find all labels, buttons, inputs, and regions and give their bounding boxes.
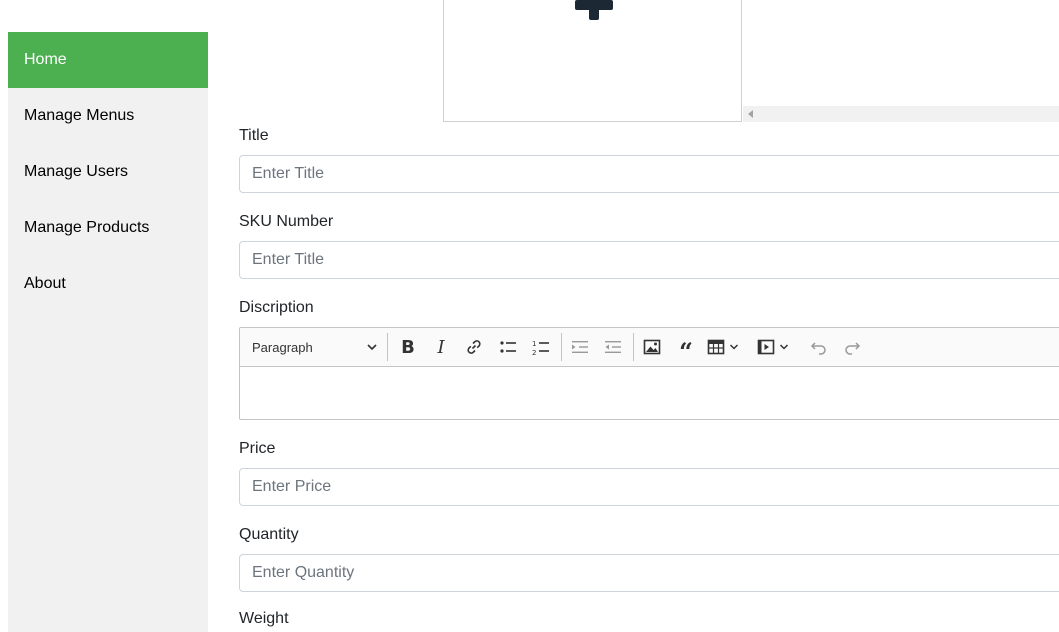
sku-input[interactable] bbox=[239, 241, 1059, 279]
blockquote-icon[interactable]: “ bbox=[673, 334, 699, 364]
sidebar-item-home[interactable]: Home bbox=[8, 32, 208, 88]
bulleted-list-icon[interactable] bbox=[495, 334, 521, 360]
rich-text-editor: Paragraph B I 12 “ bbox=[239, 327, 1059, 420]
scroll-left-arrow-icon[interactable] bbox=[748, 110, 753, 118]
bold-icon[interactable]: B bbox=[395, 334, 421, 360]
toolbar-separator bbox=[387, 333, 388, 361]
heading-select[interactable]: Paragraph bbox=[252, 334, 378, 360]
toolbar-separator bbox=[561, 333, 562, 361]
image-icon[interactable] bbox=[639, 334, 665, 360]
editor-toolbar: Paragraph B I 12 “ bbox=[240, 328, 1059, 367]
table-icon[interactable] bbox=[707, 334, 747, 360]
media-icon[interactable] bbox=[757, 334, 797, 360]
chevron-down-icon bbox=[779, 344, 789, 350]
description-label: Discription bbox=[239, 299, 314, 316]
heading-select-value: Paragraph bbox=[252, 339, 313, 355]
svg-text:1: 1 bbox=[532, 340, 536, 348]
italic-icon[interactable]: I bbox=[428, 334, 454, 360]
numbered-list-icon[interactable]: 12 bbox=[528, 334, 554, 360]
price-input[interactable] bbox=[239, 468, 1059, 506]
redo-icon[interactable] bbox=[839, 334, 865, 360]
sidebar-item-manage-menus[interactable]: Manage Menus bbox=[8, 88, 208, 144]
sku-label: SKU Number bbox=[239, 213, 334, 230]
undo-icon[interactable] bbox=[806, 334, 832, 360]
horizontal-scrollbar[interactable] bbox=[743, 106, 1059, 122]
image-upload-box[interactable] bbox=[443, 0, 742, 122]
title-label: Title bbox=[239, 127, 269, 144]
title-input[interactable] bbox=[239, 155, 1059, 193]
plus-icon-bar bbox=[575, 0, 613, 10]
sidebar: Home Manage Menus Manage Users Manage Pr… bbox=[8, 32, 208, 632]
link-icon[interactable] bbox=[461, 334, 487, 360]
quantity-label: Quantity bbox=[239, 526, 299, 543]
svg-text:2: 2 bbox=[532, 349, 536, 356]
chevron-down-icon bbox=[367, 344, 377, 351]
weight-label: Weight bbox=[239, 610, 289, 627]
editor-content-area[interactable] bbox=[240, 367, 1059, 419]
indent-icon[interactable] bbox=[600, 334, 626, 360]
outdent-icon[interactable] bbox=[567, 334, 593, 360]
toolbar-separator bbox=[633, 333, 634, 361]
sidebar-item-manage-users[interactable]: Manage Users bbox=[8, 144, 208, 200]
price-label: Price bbox=[239, 440, 276, 457]
sidebar-item-manage-products[interactable]: Manage Products bbox=[8, 200, 208, 256]
sidebar-item-about[interactable]: About bbox=[8, 256, 208, 312]
chevron-down-icon bbox=[729, 344, 739, 350]
quantity-input[interactable] bbox=[239, 554, 1059, 592]
